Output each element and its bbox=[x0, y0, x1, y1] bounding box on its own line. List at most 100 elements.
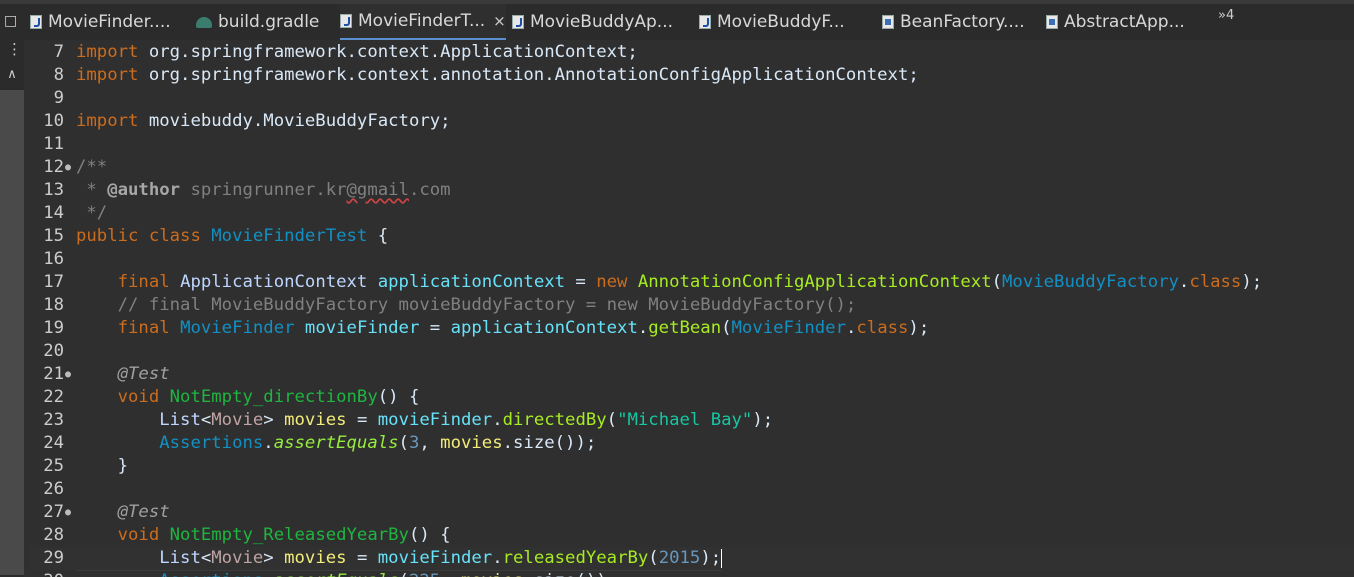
editor-tab[interactable]: MovieBuddyF... bbox=[699, 4, 845, 40]
code-token: , bbox=[419, 433, 441, 453]
line-number: 20 bbox=[43, 341, 64, 361]
code-line[interactable]: 16 bbox=[30, 248, 1354, 271]
close-icon[interactable]: × bbox=[493, 12, 506, 30]
code-token: void bbox=[117, 525, 160, 545]
text-caret bbox=[721, 548, 723, 568]
code-text: void NotEmpty_ReleasedYearBy() { bbox=[76, 524, 451, 547]
code-line[interactable]: 19 final MovieFinder movieFinder = appli… bbox=[30, 317, 1354, 340]
code-token: springrunner.kr bbox=[180, 180, 347, 200]
code-line[interactable]: 7 import org.springframework.context.Appl… bbox=[30, 41, 1354, 64]
code-token: 2015 bbox=[658, 548, 701, 568]
code-token: import bbox=[76, 111, 139, 131]
code-token: // final MovieBuddyFactory movieBuddyFac… bbox=[76, 295, 857, 315]
code-token: List bbox=[159, 410, 201, 430]
code-token: .com bbox=[408, 180, 451, 200]
editor-tab[interactable]: MovieBuddyAp... bbox=[512, 4, 673, 40]
code-token: import bbox=[76, 65, 139, 85]
code-line[interactable]: 18 // final MovieBuddyFactory movieBuddy… bbox=[30, 294, 1354, 317]
code-line[interactable]: 13 * @author springrunner.kr@gmail.com bbox=[30, 179, 1354, 202]
code-line[interactable]: 28 void NotEmpty_ReleasedYearBy() { bbox=[30, 524, 1354, 547]
fold-toggle-icon[interactable]: ● bbox=[65, 363, 71, 386]
code-line[interactable]: 15 public class MovieFinderTest { bbox=[30, 225, 1354, 248]
line-number: 17 bbox=[43, 272, 64, 292]
line-number: 22 bbox=[43, 387, 64, 407]
code-token: () { bbox=[377, 387, 420, 407]
tab-label: MovieFinderT... bbox=[358, 11, 486, 31]
code-line[interactable]: 26 bbox=[30, 478, 1354, 501]
code-token: .size()); bbox=[502, 433, 597, 453]
code-line[interactable]: 11 bbox=[30, 133, 1354, 156]
line-number: 19 bbox=[43, 318, 64, 338]
line-number: 18 bbox=[43, 295, 64, 315]
code-text: */ bbox=[76, 202, 107, 225]
line-number: 10 bbox=[43, 111, 64, 131]
tab-label: AbstractApp... bbox=[1064, 12, 1185, 32]
tab-label: MovieBuddyAp... bbox=[530, 12, 674, 32]
code-line[interactable]: 23 List<Movie> movies = movieFinder.dire… bbox=[30, 409, 1354, 432]
code-token: movies bbox=[284, 410, 347, 430]
code-line[interactable]: 30 Assertions.assertEquals(225, movies.s… bbox=[30, 570, 1354, 577]
class-file-icon bbox=[1046, 15, 1058, 29]
view-menu-icon[interactable]: ⋮ bbox=[7, 42, 22, 57]
code-token: * bbox=[76, 180, 108, 200]
left-toolbar: □ ⋮ ∧ bbox=[0, 13, 24, 577]
code-token: ( bbox=[991, 272, 1003, 292]
code-token: . bbox=[263, 571, 273, 577]
line-number: 25 bbox=[43, 456, 64, 476]
tab-overflow-button[interactable]: »4 bbox=[1218, 8, 1234, 23]
code-line[interactable]: 20 bbox=[30, 340, 1354, 363]
code-token: final bbox=[117, 318, 170, 338]
code-text: List<Movie> movies = movieFinder.release… bbox=[76, 547, 723, 571]
editor-tab[interactable]: MovieFinder.... bbox=[30, 4, 171, 40]
code-token: NotEmpty_directionBy bbox=[169, 387, 378, 407]
code-line[interactable]: 14 */ bbox=[30, 202, 1354, 225]
overview-ruler[interactable] bbox=[0, 90, 24, 575]
code-line[interactable]: 27 ● @Test bbox=[30, 501, 1354, 524]
java-file-icon bbox=[699, 15, 711, 29]
code-line[interactable]: 29 List<Movie> movies = movieFinder.rele… bbox=[30, 547, 1354, 571]
code-editor[interactable]: 7 import org.springframework.context.Appl… bbox=[30, 40, 1354, 577]
code-token: < bbox=[200, 410, 212, 430]
code-token: ); bbox=[1241, 272, 1263, 292]
fold-toggle-icon[interactable]: ● bbox=[65, 156, 71, 179]
code-text: @Test bbox=[76, 363, 170, 386]
fold-toggle-icon[interactable]: ● bbox=[65, 501, 71, 524]
code-text: * @author springrunner.kr@gmail.com bbox=[76, 179, 451, 202]
code-token: ( bbox=[648, 548, 659, 568]
minimize-icon[interactable]: □ bbox=[4, 13, 17, 29]
code-token: ( bbox=[606, 410, 618, 430]
code-token: AnnotationConfigApplicationContext bbox=[637, 272, 992, 292]
code-token: class bbox=[856, 318, 909, 338]
code-line[interactable]: 10 import moviebuddy.MovieBuddyFactory; bbox=[30, 110, 1354, 133]
code-line[interactable]: 9 bbox=[30, 87, 1354, 110]
code-line[interactable]: 25 } bbox=[30, 455, 1354, 478]
code-line[interactable]: 12 ●/** bbox=[30, 156, 1354, 179]
code-line[interactable]: 8 import org.springframework.context.anno… bbox=[30, 64, 1354, 87]
code-token: ); bbox=[700, 548, 722, 568]
code-line[interactable]: 24 Assertions.assertEquals(3, movies.siz… bbox=[30, 432, 1354, 455]
code-token: */ bbox=[76, 203, 108, 223]
code-text: final ApplicationContext applicationCont… bbox=[76, 271, 1263, 294]
code-token: class bbox=[148, 226, 201, 246]
code-token: . bbox=[637, 318, 649, 338]
line-number: 15 bbox=[43, 226, 64, 246]
line-number: 24 bbox=[43, 433, 64, 453]
code-token: > bbox=[263, 410, 285, 430]
code-token: applicationContext bbox=[450, 318, 638, 338]
code-line[interactable]: 21 ● @Test bbox=[30, 363, 1354, 386]
editor-tab[interactable]: BeanFactory.... bbox=[882, 4, 1025, 40]
java-file-icon bbox=[512, 15, 524, 29]
line-number: 9 bbox=[53, 88, 64, 108]
editor-tab[interactable]: MovieFinderT... × bbox=[340, 4, 506, 40]
code-token: directedBy bbox=[502, 410, 607, 430]
code-token: .size()); bbox=[523, 571, 617, 577]
code-text: @Test bbox=[76, 501, 170, 524]
editor-tab[interactable]: AbstractApp... bbox=[1046, 4, 1185, 40]
code-token: applicationContext bbox=[377, 272, 566, 292]
editor-tab[interactable]: build.gradle bbox=[196, 4, 319, 40]
code-line[interactable]: 22 void NotEmpty_directionBy() { bbox=[30, 386, 1354, 409]
code-line[interactable]: 17 final ApplicationContext applicationC… bbox=[30, 271, 1354, 294]
scroll-up-icon[interactable]: ∧ bbox=[0, 64, 24, 86]
